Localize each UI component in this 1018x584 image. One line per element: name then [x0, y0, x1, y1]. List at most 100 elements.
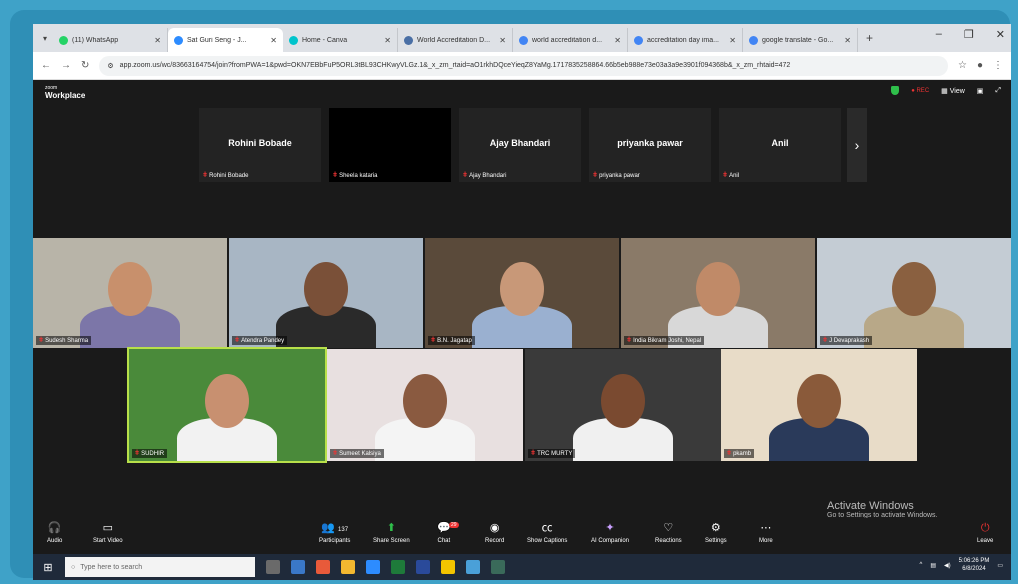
layout-icon[interactable]: ▣	[977, 87, 984, 95]
video-tile[interactable]: ǂ Sumeet Kalsiya	[327, 349, 523, 461]
participant-face	[403, 373, 447, 428]
captions-button[interactable]: ㏄ Show Captions	[527, 522, 567, 544]
reactions-button[interactable]: ♡ Reactions	[655, 522, 682, 544]
start-video-button[interactable]: ▭ Start Video	[93, 522, 123, 544]
minimize-icon[interactable]: –	[936, 28, 942, 41]
bookmark-star-icon[interactable]: ☆	[958, 60, 967, 71]
security-shield-icon[interactable]	[891, 86, 900, 95]
new-tab-button[interactable]: +	[858, 31, 881, 45]
participant-tile[interactable]: priyanka pawar ǂ priyanka pawar	[589, 108, 711, 182]
muted-mic-icon: ǂ	[203, 172, 208, 179]
back-icon[interactable]: ←	[41, 60, 51, 71]
volume-icon[interactable]: ◀)	[944, 562, 951, 569]
record-icon: ◉	[489, 522, 500, 534]
leave-button[interactable]: ⏻ Leave	[977, 522, 993, 544]
photoshop-icon[interactable]	[416, 560, 430, 574]
reactions-label: Reactions	[655, 538, 682, 544]
chat-button[interactable]: 💬 29 Chat	[437, 522, 459, 544]
tab-favicon-icon	[289, 35, 298, 45]
view-button[interactable]: ▦ View	[941, 87, 965, 95]
window-controls: – ❐ ✕	[936, 28, 1005, 41]
tab-close-icon[interactable]: ✕	[154, 36, 161, 45]
video-tile[interactable]: ǂ B.N. Jagatap	[425, 238, 619, 348]
notification-icon[interactable]: ▭	[997, 562, 1003, 569]
site-info-icon[interactable]: ⚙	[107, 62, 113, 70]
participant-name: Anil	[729, 172, 740, 179]
browser-tab[interactable]: Sat Guri Seng - J... ✕	[168, 28, 283, 52]
excel-icon[interactable]	[391, 560, 405, 574]
video-tile[interactable]: ǂJ Devaprakash	[817, 238, 1011, 348]
browser-toolbar: ← → ↻ ⚙ app.zoom.us/wc/83663164754/join?…	[33, 52, 1011, 80]
ai-companion-button[interactable]: ✦ AI Companion	[591, 522, 629, 544]
participant-tile[interactable]: Rohini Bobade ǂ Rohini Bobade	[199, 108, 321, 182]
browser-tab[interactable]: (11) WhatsApp ✕	[53, 28, 168, 52]
forward-icon[interactable]: →	[61, 60, 71, 71]
network-icon[interactable]: ▤	[930, 562, 936, 569]
tab-title: World Accreditation D...	[417, 36, 491, 44]
tab-search-icon[interactable]: ▾	[37, 34, 53, 43]
close-window-icon[interactable]: ✕	[996, 28, 1005, 41]
tab-title: world accreditation d...	[532, 36, 603, 44]
more-button[interactable]: ⋯ More	[759, 522, 773, 544]
captions-icon: ㏄	[541, 522, 553, 534]
clock[interactable]: 5:06:26 PM 6/8/2024	[959, 557, 990, 573]
record-button[interactable]: ◉ Record	[485, 522, 504, 544]
video-tile-label: ǂ pkamb	[724, 449, 755, 458]
file-explorer-icon[interactable]	[291, 560, 305, 574]
zoom-app-icon[interactable]	[366, 560, 380, 574]
tab-close-icon[interactable]: ✕	[844, 36, 851, 45]
tab-close-icon[interactable]: ✕	[499, 36, 506, 45]
settings-button[interactable]: ⚙ Settings	[705, 522, 727, 544]
video-tile[interactable]: ǂ TRC MURTY	[525, 349, 721, 461]
share-screen-button[interactable]: ⬆ Share Screen	[373, 522, 410, 544]
tab-close-icon[interactable]: ✕	[384, 36, 391, 45]
profile-icon[interactable]: ●	[977, 60, 983, 71]
fullscreen-icon[interactable]: ⤢	[995, 87, 1001, 95]
photos-icon[interactable]	[466, 560, 480, 574]
reload-icon[interactable]: ↻	[81, 60, 89, 71]
tab-close-icon[interactable]: ✕	[614, 36, 621, 45]
maximize-icon[interactable]: ❐	[964, 28, 974, 41]
participant-label: ǂ Ajay Bhandari	[463, 172, 506, 179]
muted-mic-icon: ǂ	[727, 450, 732, 457]
zoom-header-controls: ● REC ▦ View ▣ ⤢	[891, 86, 1001, 95]
address-bar[interactable]: ⚙ app.zoom.us/wc/83663164754/join?fromPW…	[99, 55, 948, 76]
audio-button[interactable]: 🎧 Audio	[47, 522, 62, 544]
video-label: Start Video	[93, 538, 123, 544]
sticky-notes-icon[interactable]	[441, 560, 455, 574]
browser-tab[interactable]: world accreditation d... ✕	[513, 28, 628, 52]
taskbar-search[interactable]: ○ Type here to search	[65, 557, 255, 577]
participant-display-name: Ajay Bhandari	[489, 138, 551, 148]
browser-tab[interactable]: accreditation day ima... ✕	[628, 28, 743, 52]
participant-tile[interactable]: ǂ Sheela kataria	[329, 108, 451, 182]
video-tile[interactable]: ǂ India Bikram Joshi, Nepal	[621, 238, 815, 348]
browser-tab[interactable]: Home - Canva ✕	[283, 28, 398, 52]
participant-strip: › Rohini Bobade ǂ Rohini Bobade ǂ Sheela k…	[33, 108, 1011, 184]
clock-time: 5:06:26 PM	[958, 558, 990, 564]
participants-button[interactable]: 👥 137 Participants	[319, 522, 350, 544]
participant-tile[interactable]: Anil ǂ Anil	[719, 108, 841, 182]
tray-chevron-icon[interactable]: ^	[920, 562, 923, 568]
video-tile[interactable]: ǂ Atendra Pandey	[229, 238, 423, 348]
participant-label: ǂ priyanka pawar	[593, 172, 640, 179]
browser-menu-icon[interactable]: ⋮	[993, 60, 1003, 71]
video-tile[interactable]: ǂ pkamb	[721, 349, 917, 461]
tab-close-icon[interactable]: ✕	[729, 36, 736, 45]
tab-favicon-icon	[519, 35, 528, 45]
browser-tab[interactable]: World Accreditation D... ✕	[398, 28, 513, 52]
video-tile[interactable]: ǂ SUDHIR	[127, 347, 327, 463]
task-view-icon[interactable]	[266, 560, 280, 574]
tab-close-icon[interactable]: ✕	[270, 36, 277, 45]
windows-start-icon[interactable]: ⊞	[39, 561, 57, 574]
participant-tile[interactable]: Ajay Bhandari ǂ Ajay Bhandari	[459, 108, 581, 182]
app-icon[interactable]	[491, 560, 505, 574]
chrome-icon[interactable]	[341, 560, 355, 574]
tab-title: accreditation day ima...	[647, 36, 719, 44]
muted-mic-icon: ǂ	[333, 172, 338, 179]
url-text: app.zoom.us/wc/83663164754/join?fromPWA=…	[119, 62, 791, 69]
muted-mic-icon: ǂ	[627, 337, 632, 344]
browser-tab[interactable]: google translate - Go... ✕	[743, 28, 858, 52]
next-page-arrow-icon[interactable]: ›	[847, 108, 867, 182]
brave-icon[interactable]	[316, 560, 330, 574]
video-tile[interactable]: ǂ Sudesh Sharma	[33, 238, 227, 348]
